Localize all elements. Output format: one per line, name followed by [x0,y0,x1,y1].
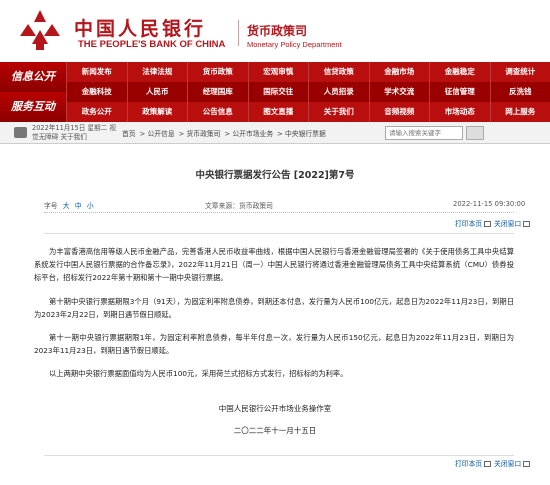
print-link[interactable]: 打印本页 [455,458,492,468]
nav-item[interactable]: 关于我们 [308,102,369,122]
divider [44,212,514,213]
font-size-switch: 字号 大 中 小 [44,200,94,210]
nav-item[interactable]: 学术交流 [368,82,430,102]
divider [44,233,514,234]
main-nav: 信息公开 服务互动 新闻发布 法律法规 货币政策 宏观审慎 信贷政策 金融市场 … [0,62,550,122]
search-button[interactable] [466,126,484,140]
site-header: 中国人民银行 THE PEOPLE'S BANK OF CHINA 货币政策司 … [0,0,550,62]
breadcrumb-link[interactable]: 首页 [122,130,136,138]
breadcrumb-bar: 2022年11月15日 星期二 视觉无障碍 关于我们 首页 > 公开信息 > 货币政… [0,122,550,144]
article-paragraph: 为丰富香港高信用等级人民币金融产品，完善香港人民币收益率曲线，根据中国人民银行与… [34,247,514,282]
nav-item[interactable]: 政务公开 [66,102,127,122]
calendar-icon [14,127,27,138]
pboc-emblem-icon [20,10,60,50]
close-window-link[interactable]: 关闭窗口 [494,458,531,468]
print-icon [484,461,492,467]
font-size-medium[interactable]: 中 [75,202,82,210]
nav-item[interactable]: 征信管理 [429,82,490,102]
signature-date: 二〇二二年十一月十五日 [233,426,317,435]
font-size-label: 字号 [44,202,58,210]
nav-label-info: 信息公开 [0,62,66,92]
nav-item[interactable]: 反洗钱 [489,82,550,102]
nav-item[interactable]: 调查统计 [489,62,550,82]
article-source: 文章来源：货币政策司 [205,202,273,210]
breadcrumb-link[interactable]: 中央银行票据 [285,130,326,138]
article-content: 中央银行票据发行公告 [2022]第7号 字号 大 中 小 文章来源：货币政策司… [0,145,550,485]
close-icon [523,221,531,227]
dept-name-cn: 货币政策司 [247,24,308,38]
nav-row-3: 政务公开 政策解读 公告信息 图文直播 关于我们 音频视频 市场动态 网上服务 [66,102,550,122]
article-paragraph: 第十期中央银行票据期限3个月（91天），为固定利率附息债券，到期还本付息，发行量… [34,297,514,319]
search-input[interactable] [385,126,463,140]
breadcrumb: 首页 > 公开信息 > 货币政策司 > 公开市场业务 > 中央银行票据 [122,130,326,138]
nav-row-1: 新闻发布 法律法规 货币政策 宏观审慎 信贷政策 金融市场 金融稳定 调查统计 [66,62,550,82]
nav-item[interactable]: 新闻发布 [66,62,127,82]
close-window-link[interactable]: 关闭窗口 [494,218,531,228]
article-paragraph: 第十一期中央银行票据期限1年，为固定利率附息债券，每半年付息一次，发行量为人民币… [34,333,514,355]
nav-item[interactable]: 货币政策 [187,62,248,82]
article-paragraph: 以上两期中央银行票据面值均为人民币100元，采用荷兰式招标方式发行，招标标的为利… [49,369,348,378]
print-link[interactable]: 打印本页 [455,218,492,228]
font-size-small[interactable]: 小 [87,202,94,210]
nav-item[interactable]: 人民币 [126,82,188,102]
nav-item[interactable]: 公告信息 [187,102,248,122]
close-icon [523,461,531,467]
nav-item[interactable]: 人员招录 [308,82,369,102]
nav-item[interactable]: 音频视频 [368,102,430,122]
header-divider [238,20,239,46]
font-size-large[interactable]: 大 [63,202,70,210]
divider [44,455,514,456]
date-accessibility-text[interactable]: 2022年11月15日 星期二 视觉无障碍 关于我们 [32,124,118,141]
article-title: 中央银行票据发行公告 [2022]第7号 [195,170,355,181]
nav-item[interactable]: 网上服务 [489,102,550,122]
signature-org: 中国人民银行公开市场业务操作室 [218,404,332,413]
publish-time: 2022-11-15 09:30:00 [453,200,526,208]
breadcrumb-link[interactable]: 公开市场业务 [232,130,273,138]
nav-item[interactable]: 金融科技 [66,82,127,102]
nav-item[interactable]: 经理国库 [187,82,248,102]
nav-item[interactable]: 政策解读 [126,102,188,122]
nav-item[interactable]: 信贷政策 [308,62,369,82]
bank-name-cn: 中国人民银行 [74,18,207,40]
nav-item[interactable]: 法律法规 [126,62,188,82]
nav-item[interactable]: 宏观审慎 [247,62,309,82]
nav-item[interactable]: 金融稳定 [429,62,490,82]
nav-label-service: 服务互动 [0,92,66,122]
nav-item[interactable]: 国际交往 [247,82,309,102]
nav-item[interactable]: 图文直播 [247,102,309,122]
bank-name-en: THE PEOPLE'S BANK OF CHINA [78,39,226,50]
nav-item[interactable]: 市场动态 [429,102,490,122]
nav-row-2: 金融科技 人民币 经理国库 国际交往 人员招录 学术交流 征信管理 反洗钱 [66,82,550,102]
print-icon [484,221,492,227]
nav-item[interactable]: 金融市场 [368,62,430,82]
breadcrumb-link[interactable]: 公开信息 [147,130,174,138]
breadcrumb-link[interactable]: 货币政策司 [187,130,221,138]
dept-name-en: Monetary Policy Department [247,40,342,49]
